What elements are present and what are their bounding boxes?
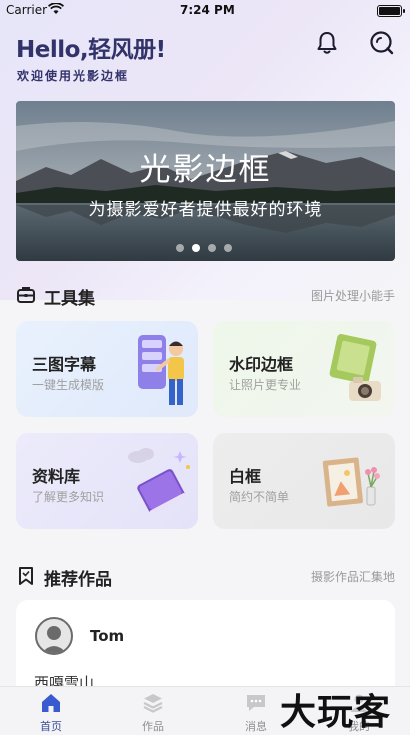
works-title: 推荐作品 [44,570,112,590]
tool-card-three-caption[interactable]: 三图字幕 一键生成模版 [16,321,198,417]
carousel-dot[interactable] [208,244,216,252]
phone-person-illustration [138,335,184,405]
banner-subtitle: 为摄影爱好者提供最好的环境 [88,200,323,220]
tools-note: 图片处理小能手 [310,289,395,303]
tools-section-header: 工具集 图片处理小能手 [16,283,395,309]
tools-title: 工具集 [44,289,95,309]
wifi-icon [48,3,64,14]
tab-label: 首页 [40,720,62,733]
battery-icon [377,5,405,17]
home-icon [42,694,60,712]
tool-card-subtitle: 一键生成模版 [32,378,105,392]
tab-home[interactable]: 首页 [0,687,102,735]
user-avatar-icon [41,626,67,653]
carousel-dot[interactable] [224,244,232,252]
works-section-header: 推荐作品 摄影作品汇集地 [16,564,395,590]
tool-card-library[interactable]: 资料库 了解更多知识 [16,433,198,529]
search-icon[interactable] [369,30,395,56]
tool-card-watermark-border[interactable]: 水印边框 让照片更专业 [213,321,395,417]
work-author: Tom [90,627,125,645]
frame-camera-illustration [329,334,381,401]
tool-card-subtitle: 简约不简单 [229,490,290,504]
tool-card-title: 白框 [229,467,262,486]
carousel-dots [176,244,232,252]
status-bar: Carrier 7:24 PM [0,0,410,22]
banner-title: 光影边框 [139,152,272,188]
tab-label: 作品 [142,720,164,733]
tool-card-white-frame[interactable]: 白框 简约不简单 [213,433,395,529]
greeting-title: Hello,轻风册! [16,37,166,63]
tool-card-title: 资料库 [32,467,81,486]
layers-icon [143,694,163,713]
bookmark-icon [19,567,33,585]
banner-carousel[interactable]: 光影边框 为摄影爱好者提供最好的环境 [16,101,395,261]
message-icon [247,695,265,711]
carousel-dot[interactable] [176,244,184,252]
status-time: 7:24 PM [180,3,235,17]
picture-frame-illustration [322,457,380,507]
works-note: 摄影作品汇集地 [310,570,395,584]
tool-card-subtitle: 让照片更专业 [229,378,302,392]
book-cloud-illustration [128,448,190,515]
bell-icon[interactable] [314,30,340,56]
tool-card-title: 水印边框 [229,355,294,374]
toolbox-icon [17,287,35,303]
greeting-subtitle: 欢迎使用光影边框 [17,69,130,83]
watermark-text: 大玩客 [280,692,392,733]
carrier-label: Carrier [6,3,48,17]
tool-card-subtitle: 了解更多知识 [32,490,105,504]
carousel-dot-active[interactable] [192,244,200,252]
tool-card-title: 三图字幕 [32,355,97,374]
avatar[interactable] [35,617,73,655]
tab-works[interactable]: 作品 [102,687,204,735]
